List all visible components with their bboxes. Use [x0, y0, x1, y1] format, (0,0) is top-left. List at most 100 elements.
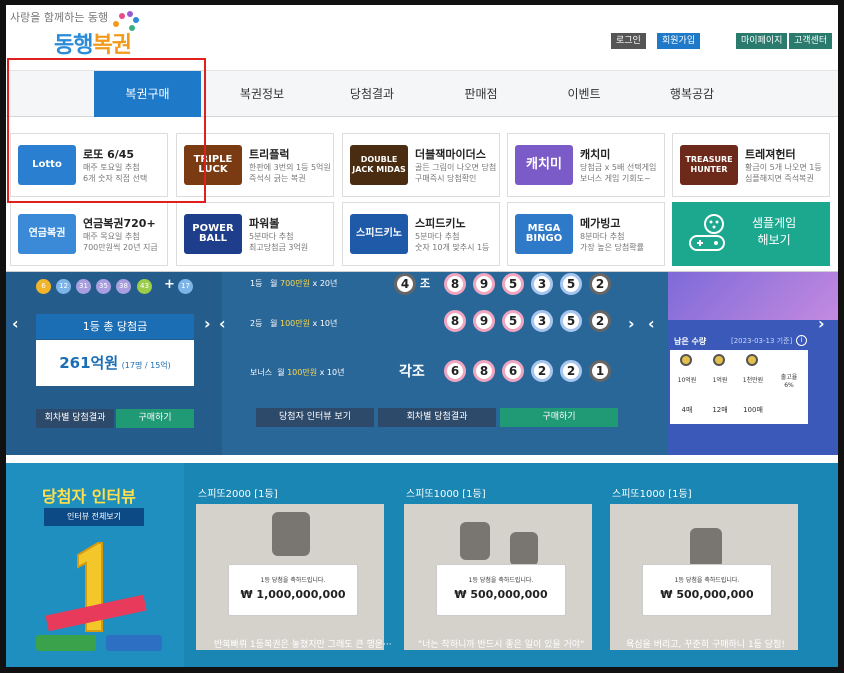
interview-caption[interactable]: 욕심을 버리고, 꾸준히 구매하니 1등 당첨! [626, 637, 785, 650]
sample-game-label: 샘플게임 해보기 [752, 216, 797, 247]
number-ball: 2 [531, 360, 553, 382]
number-ball: 1 [589, 360, 611, 382]
group-suffix: 조 [420, 277, 431, 290]
next-arrow-icon[interactable]: › [628, 314, 635, 333]
blurred-face [460, 522, 490, 560]
game-card-powerball[interactable]: POWER BALL 파워볼 5분마다 추첨 최고당첨금 3억원 [176, 202, 334, 266]
game-name: 연금복권720+ [83, 217, 156, 230]
game-desc: 5분마다 추첨 숫자 10개 맞추시 1등 [415, 232, 490, 252]
nav-item-happy[interactable]: 행복공감 [642, 71, 742, 117]
game-card-speedkeno[interactable]: 스피드키노 스피드키노 5분마다 추첨 숫자 10개 맞추시 1등 [342, 202, 500, 266]
nav-item-stores[interactable]: 판매점 [431, 71, 531, 117]
medal-count: 100매 [743, 406, 763, 414]
prize-row-label: 2등 월 100만원 x 10년 [250, 319, 338, 328]
game-desc: 당첨금 x 5배 선택게임 보너스 게임 기회도~ [580, 163, 657, 183]
nav-item-info[interactable]: 복권정보 [212, 71, 312, 117]
interview-caption[interactable]: 반복빠뤼 1등복권은 놓쳤지만 그래도 큰 행운··· [214, 637, 392, 650]
interview-card-title[interactable]: 스피또1000 [1등] [612, 485, 692, 500]
group-ball: 4 [394, 273, 416, 295]
nav-item-buy[interactable]: 복권구매 [94, 71, 201, 117]
mypage-link[interactable]: 마이페이지 [736, 33, 788, 49]
first-prize-title: 1등 총 당첨금 [36, 314, 194, 339]
instant-ticket-banner[interactable] [668, 272, 838, 320]
buy-pension-button[interactable]: 구매하기 [500, 408, 618, 427]
pension720-thumbnail: 연금복권 [18, 214, 76, 254]
game-card-megabingo[interactable]: MEGA BINGO 메가빙고 8분마다 추첨 가장 높은 당첨확률 [507, 202, 665, 266]
interview-card-title[interactable]: 스피또2000 [1등] [198, 485, 278, 500]
winning-number-ball: 35 [96, 279, 111, 294]
results-section: 6 12 31 35 38 43 + 17 ‹ › 1등 총 당첨금 261억원… [6, 272, 838, 455]
game-name: 캐치미 [580, 148, 611, 161]
medal-label: 1억원 [712, 377, 728, 384]
powerball-thumbnail: POWER BALL [184, 214, 242, 254]
interview-card-title[interactable]: 스피또1000 [1등] [406, 485, 486, 500]
winning-number-ball: 6 [36, 279, 51, 294]
winner-interview-section: 당첨자 인터뷰 인터뷰 전체보기 스피또2000 [1등] 1등 당첨을 축하드… [6, 463, 838, 667]
medal-icon [713, 354, 725, 366]
winner-interview-button[interactable]: 당첨자 인터뷰 보기 [256, 408, 374, 427]
customer-center-link[interactable]: 고객센터 [789, 33, 833, 49]
game-card-pension720[interactable]: 연금복권 연금복권720+ 매주 목요일 추첨 700만원씩 20년 지급 [10, 202, 168, 266]
medal-count: 4매 [681, 406, 693, 414]
signup-link[interactable]: 회원가입 [657, 33, 701, 49]
prev-arrow-icon[interactable]: ‹ [12, 314, 19, 333]
game-card-lotto645[interactable]: Lotto 로또 6/45 매주 토요일 추첨 6개 숫자 직접 선택 [10, 133, 168, 197]
game-desc: 5분마다 추첨 최고당첨금 3억원 [249, 232, 309, 252]
info-icon[interactable]: i [796, 335, 807, 346]
medal-icon [680, 354, 692, 366]
buy-dropdown-menu: Lotto 로또 6/45 매주 토요일 추첨 6개 숫자 직접 선택 TRIPL… [6, 117, 838, 272]
number-ball: 2 [589, 310, 611, 332]
gamepad-icon [689, 214, 725, 251]
number-ball: 5 [502, 310, 524, 332]
prize-row-label: 1등 월 700만원 x 20년 [250, 279, 338, 288]
prev-arrow-icon[interactable]: ‹ [219, 314, 226, 333]
site-slogan: 사랑을 함께하는 동행 [10, 11, 109, 24]
round-results-button[interactable]: 회차별 당첨결과 [36, 409, 114, 428]
prize-row-label: 보너스 월 100만원 x 10년 [250, 368, 345, 377]
game-name: 더블잭마이더스 [415, 148, 486, 161]
number-ball: 5 [560, 273, 582, 295]
next-arrow-icon[interactable]: › [204, 314, 211, 333]
first-prize-amount: 261억원 [59, 354, 119, 372]
lotto-thumbnail: Lotto [18, 145, 76, 185]
number-ball: 8 [444, 310, 466, 332]
prize-board: 1등 당첨을 축하드립니다. ₩ 500,000,000 [436, 564, 566, 616]
medal-label: 10억원 [677, 377, 697, 384]
interview-photo[interactable]: 1등 당첨을 축하드립니다. ₩ 1,000,000,000 [196, 504, 384, 650]
nav-item-results[interactable]: 당첨결과 [322, 71, 422, 117]
remain-date: [2023-03-13 기준] [731, 337, 793, 345]
interview-caption[interactable]: "너는 착하니까 반드시 좋은 일이 있을 거야" [418, 637, 584, 650]
game-card-tripleluck[interactable]: TRIPLE LUCK 트리플럭 한판에 3번의 1등 5억원 즉석식 긁는 복권 [176, 133, 334, 197]
interview-photo[interactable]: 1등 당첨을 축하드립니다. ₩ 500,000,000 [404, 504, 592, 650]
prev-arrow-icon[interactable]: ‹ [648, 314, 655, 333]
site-header: 사랑을 함께하는 동행 동행복권 로그인 회원가입 마이페이지 고객센터 [6, 5, 838, 70]
buy-lotto-button[interactable]: 구매하기 [116, 409, 194, 428]
winning-number-ball: 31 [76, 279, 91, 294]
game-card-catchme[interactable]: 캐치미 캐치미 당첨금 x 5배 선택게임 보너스 게임 기회도~ [507, 133, 665, 197]
game-name: 메가빙고 [580, 217, 621, 230]
number-ball: 6 [502, 360, 524, 382]
number-ball: 2 [560, 360, 582, 382]
game-name: 로또 6/45 [83, 148, 135, 161]
number-ball: 6 [444, 360, 466, 382]
winning-number-ball: 38 [116, 279, 131, 294]
game-desc: 매주 토요일 추첨 6개 숫자 직접 선택 [83, 163, 148, 183]
blurred-face [690, 528, 722, 568]
number-ball: 3 [531, 310, 553, 332]
login-link[interactable]: 로그인 [611, 33, 646, 49]
blurred-face [272, 512, 310, 556]
game-desc: 8분마다 추첨 가장 높은 당첨확률 [580, 232, 644, 252]
game-desc: 한판에 3번의 1등 5억원 즉석식 긁는 복권 [249, 163, 331, 183]
game-card-treasurehunter[interactable]: TREASURE HUNTER 트레져헌터 황금이 5개 나오면 1등 심플해지면… [672, 133, 830, 197]
prize-board: 1등 당첨을 축하드립니다. ₩ 500,000,000 [642, 564, 772, 616]
all-interviews-button[interactable]: 인터뷰 전체보기 [44, 508, 144, 526]
medal-icon [746, 354, 758, 366]
number-ball: 5 [502, 273, 524, 295]
round-results-button[interactable]: 회차별 당첨결과 [378, 408, 496, 427]
nav-item-events[interactable]: 이벤트 [534, 71, 634, 117]
sample-game-button[interactable]: 샘플게임 해보기 [672, 202, 830, 266]
interview-photo[interactable]: 1등 당첨을 축하드립니다. ₩ 500,000,000 [610, 504, 798, 650]
game-card-doublejack[interactable]: DOUBLE JACK MIDAS 더블잭마이더스 골든 그림이 나오면 당첨 구… [342, 133, 500, 197]
game-name: 트리플럭 [249, 148, 290, 161]
number-ball: 3 [531, 273, 553, 295]
